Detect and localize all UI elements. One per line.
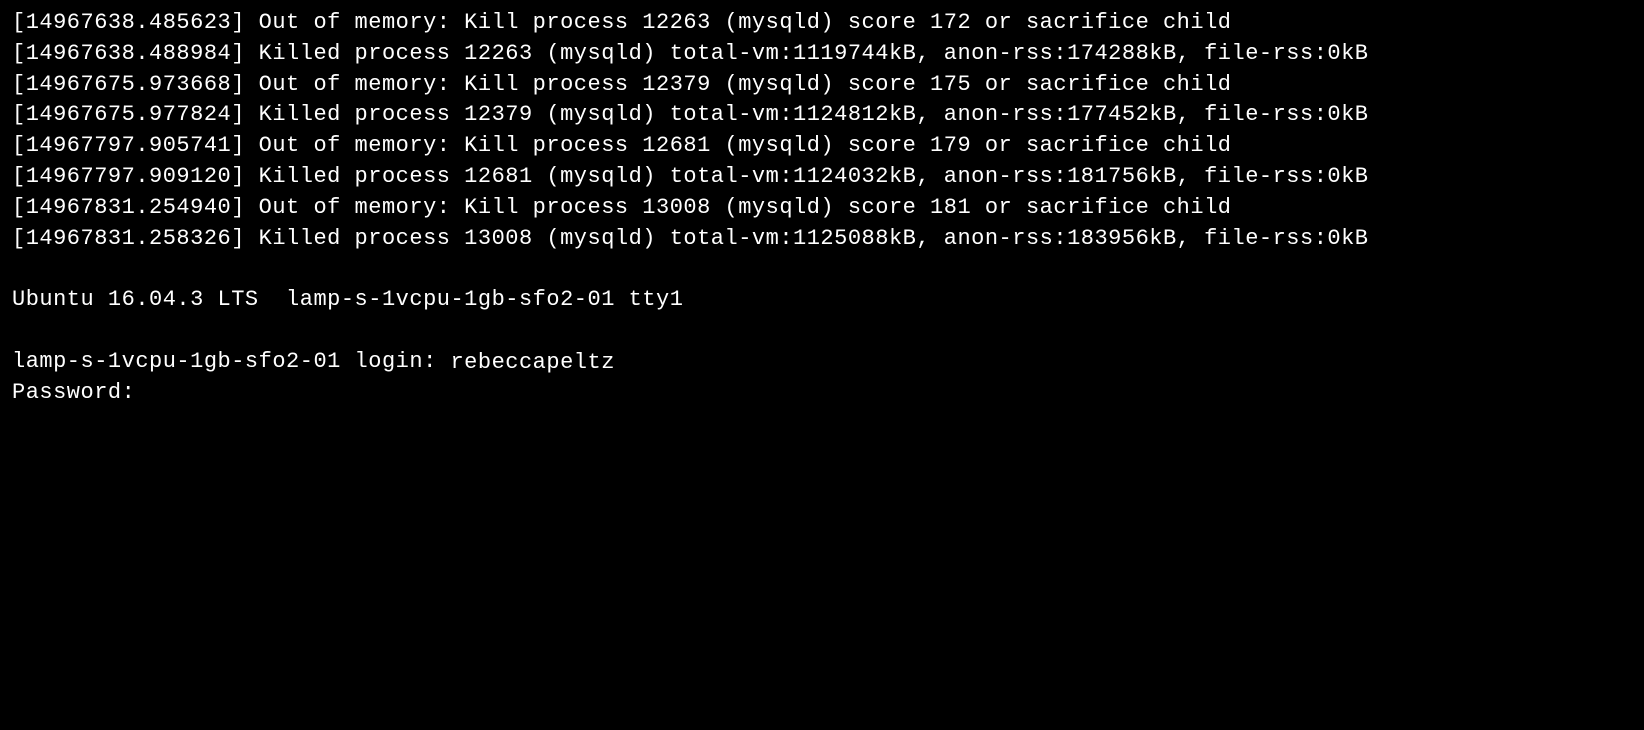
login-username-input[interactable] — [450, 347, 728, 378]
login-prompt: lamp-s-1vcpu-1gb-sfo2-01 login: — [12, 347, 450, 378]
password-line: Password: — [12, 378, 1632, 409]
os-banner: Ubuntu 16.04.3 LTS lamp-s-1vcpu-1gb-sfo2… — [12, 285, 1632, 316]
password-prompt: Password: — [12, 378, 149, 409]
kernel-log-line: [14967831.254940] Out of memory: Kill pr… — [12, 193, 1632, 224]
kernel-log-line: [14967797.909120] Killed process 12681 (… — [12, 162, 1632, 193]
kernel-log-line: [14967831.258326] Killed process 13008 (… — [12, 224, 1632, 255]
kernel-log-line: [14967638.488984] Killed process 12263 (… — [12, 39, 1632, 70]
blank-line — [12, 316, 1632, 347]
blank-line — [12, 254, 1632, 285]
kernel-log-line: [14967797.905741] Out of memory: Kill pr… — [12, 131, 1632, 162]
kernel-log-line: [14967675.973668] Out of memory: Kill pr… — [12, 70, 1632, 101]
kernel-log-line: [14967638.485623] Out of memory: Kill pr… — [12, 8, 1632, 39]
login-password-input[interactable] — [149, 378, 427, 409]
kernel-log-line: [14967675.977824] Killed process 12379 (… — [12, 100, 1632, 131]
login-line: lamp-s-1vcpu-1gb-sfo2-01 login: — [12, 347, 1632, 378]
